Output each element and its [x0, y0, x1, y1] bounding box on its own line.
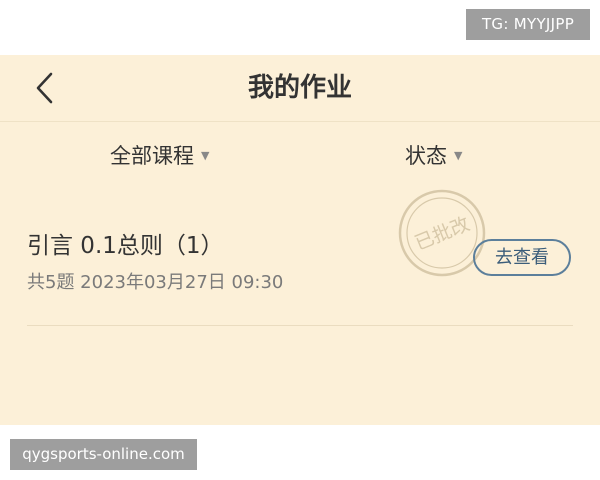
graded-stamp-text: 已批改 [412, 213, 473, 255]
status-filter-dropdown[interactable]: 状态 ▼ [405, 140, 462, 170]
homework-page: 我的作业 全部课程 ▼ 状态 ▼ 引言 0.1总则（1） 共5题 2023年03… [0, 55, 600, 425]
divider [27, 325, 573, 326]
assignment-meta: 共5题 2023年03月27日 09:30 [27, 272, 284, 293]
watermark-top: TG: MYYJJPP [466, 9, 590, 40]
status-filter-label: 状态 [405, 144, 447, 168]
filter-bar: 全部课程 ▼ 状态 ▼ [0, 122, 600, 188]
caret-down-icon: ▼ [201, 148, 210, 162]
assignment-list-item[interactable]: 引言 0.1总则（1） 共5题 2023年03月27日 09:30 已批改 去查… [0, 188, 600, 326]
course-filter-dropdown[interactable]: 全部课程 ▼ [110, 140, 209, 170]
assignment-title: 引言 0.1总则（1） [27, 233, 224, 259]
nav-bar: 我的作业 [0, 55, 600, 122]
page-title: 我的作业 [247, 73, 352, 103]
view-button[interactable]: 去查看 [473, 239, 571, 276]
chevron-left-icon [36, 72, 53, 104]
course-filter-label: 全部课程 [110, 144, 194, 168]
watermark-bottom: qygsports-online.com [10, 439, 197, 470]
back-button[interactable] [22, 65, 68, 111]
caret-down-icon: ▼ [454, 148, 463, 162]
